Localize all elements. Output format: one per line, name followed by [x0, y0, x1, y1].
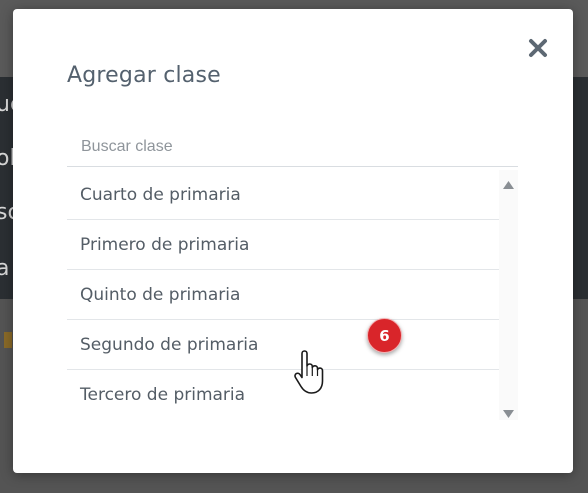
triangle-down-icon	[503, 410, 514, 418]
scroll-up-button[interactable]	[502, 175, 515, 189]
list-scrollbar[interactable]	[499, 170, 518, 420]
close-icon	[529, 39, 547, 57]
class-option-tercero[interactable]: Tercero de primaria	[67, 370, 499, 419]
triangle-up-icon	[503, 181, 514, 189]
class-option-primero[interactable]: Primero de primaria	[67, 220, 499, 270]
scroll-down-button[interactable]	[502, 404, 515, 418]
class-option-label: Segundo de primaria	[80, 334, 259, 355]
class-option-label: Primero de primaria	[80, 234, 250, 255]
class-option-label: Cuarto de primaria	[80, 184, 241, 205]
step-number-badge: 6	[367, 318, 402, 353]
search-class-input[interactable]	[67, 127, 518, 167]
hand-pointer-icon	[293, 350, 329, 396]
class-option-cuarto[interactable]: Cuarto de primaria	[67, 170, 499, 220]
modal-title: Agregar clase	[67, 63, 221, 88]
backdrop-accent	[4, 332, 12, 348]
add-class-modal: Agregar clase Cuarto de primaria Primero…	[13, 9, 573, 473]
class-option-label: Tercero de primaria	[80, 384, 246, 405]
class-option-quinto[interactable]: Quinto de primaria	[67, 270, 499, 320]
class-option-label: Quinto de primaria	[80, 284, 241, 305]
close-button[interactable]	[527, 37, 549, 59]
backdrop-text-fragment: a	[0, 256, 10, 281]
class-option-segundo[interactable]: Segundo de primaria	[67, 320, 499, 370]
class-list: Cuarto de primaria Primero de primaria Q…	[67, 170, 499, 419]
